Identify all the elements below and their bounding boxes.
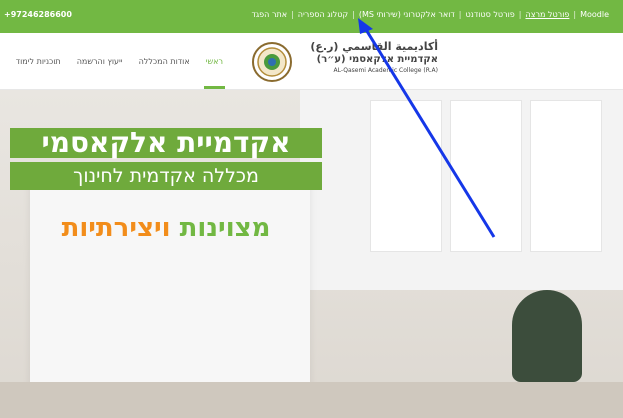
separator: | <box>458 10 462 19</box>
email-link[interactable]: דואר אלקטרוני (שירותי MS) <box>359 10 455 19</box>
hero-banner: אקדמיית אלקאסמי מכללה אקדמית לחינוך מצוי… <box>0 90 623 418</box>
lecturer-portal-link[interactable]: פורטל מרצה <box>525 10 569 19</box>
student-portal-link[interactable]: פורטל סטודנט <box>465 10 514 19</box>
plant-decoration <box>512 290 582 382</box>
window-pane <box>530 100 602 252</box>
brand-arabic: أكاديمية القاسمي (ر.ع) <box>310 40 438 53</box>
nav-about[interactable]: אודות המכללה <box>131 33 198 89</box>
library-catalog-link[interactable]: קטלוג הספריה <box>298 10 348 19</box>
moodle-link[interactable]: Moodle <box>580 10 609 19</box>
hero-slogan: מצוינות ויצירתיות <box>16 210 316 246</box>
brand-english: AL-Qasemi Academic College (R.A) <box>333 67 439 74</box>
nav-programs[interactable]: תוכניות לימוד <box>8 33 69 89</box>
slogan-green-word: מצוינות <box>179 213 271 243</box>
separator: | <box>291 10 294 19</box>
brand-hebrew: אקדמיית אלקאסמי (ע״ר) <box>316 54 438 65</box>
window-pane <box>450 100 522 252</box>
separator: | <box>352 10 355 19</box>
hero-subline: מכללה אקדמית לחינוך <box>10 162 322 190</box>
nav-home[interactable]: ראשי <box>198 33 231 89</box>
hero-headline: אקדמיית אלקאסמי <box>10 128 322 158</box>
top-utility-bar: +97246286600 Moodle | פורטל מרצה | פורטל… <box>0 0 623 33</box>
background-window <box>300 90 623 290</box>
college-logo[interactable] <box>252 42 292 82</box>
desk-image <box>0 382 623 418</box>
nav-more[interactable]: ל <box>0 33 8 89</box>
nav-advising[interactable]: ייעוץ והרשמה <box>69 33 131 89</box>
top-links: Moodle | פורטל מרצה | פורטל סטודנט | דוא… <box>252 10 609 19</box>
main-menu: ראשי אודות המכללה ייעוץ והרשמה תוכניות ל… <box>0 33 231 89</box>
separator: | <box>573 10 577 19</box>
brand-text[interactable]: أكاديمية القاسمي (ر.ع) אקדמיית אלקאסמי (… <box>298 40 438 74</box>
slogan-orange-word: ויצירתיות <box>61 213 171 243</box>
computer-monitor-image <box>30 170 310 398</box>
pgd-site-link[interactable]: אתר הפגד <box>252 10 288 19</box>
separator: | <box>518 10 522 19</box>
phone-number[interactable]: +97246286600 <box>4 10 72 19</box>
window-pane <box>370 100 442 252</box>
